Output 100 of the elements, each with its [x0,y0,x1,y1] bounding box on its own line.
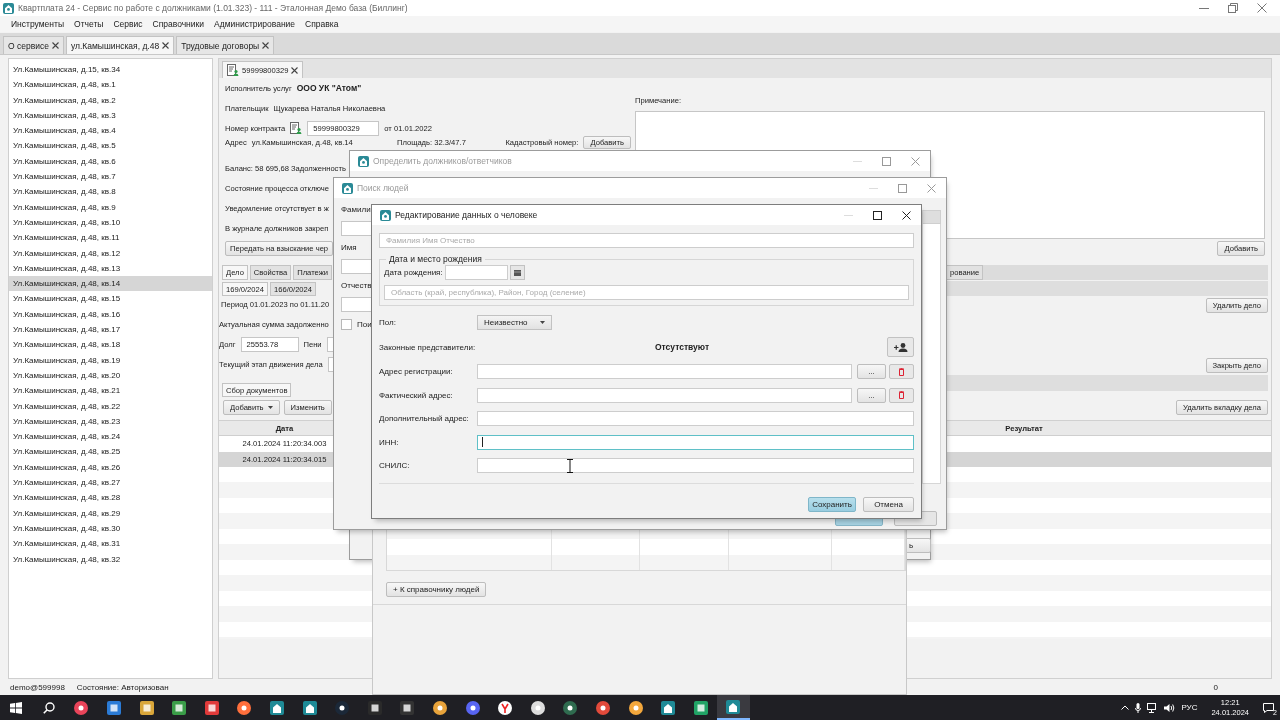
address-item[interactable]: Ул.Камышинская, д.48, кв.22 [9,398,212,414]
address-item[interactable]: Ул.Камышинская, д.48, кв.17 [9,322,212,338]
tab[interactable]: Трудовые договоры [176,36,275,54]
menu-item[interactable]: Отчеты [69,19,109,29]
provider-name: ООО УК "Атом" [296,83,362,93]
save-button[interactable]: Сохранить [808,496,856,512]
notification-icon[interactable] [1263,702,1274,713]
app-icon[interactable] [335,700,350,715]
close-icon[interactable] [262,42,270,49]
checkbox[interactable] [341,319,352,330]
dialog-title: Поиск людей [357,183,410,193]
app-icon[interactable] [726,699,741,714]
app-icon[interactable] [237,700,252,715]
address-item[interactable]: Ул.Камышинская, д.48, кв.11 [9,230,212,246]
address-item[interactable]: Ул.Камышинская, д.48, кв.30 [9,520,212,537]
date-field[interactable] [444,265,508,280]
app-icon[interactable] [204,700,219,715]
address-item[interactable]: Ул.Камышинская, д.48, кв.3 [9,107,212,124]
speaker-icon[interactable] [1164,702,1176,713]
text-field[interactable] [477,458,914,474]
windows-start-icon[interactable] [10,701,23,714]
address-item[interactable]: Ул.Камышинская, д.48, кв.16 [9,306,212,323]
address-item[interactable]: Ул.Камышинская, д.48, кв.23 [9,413,212,430]
menu-item[interactable]: Справочники [147,19,209,29]
search-icon[interactable] [42,701,55,714]
address-item[interactable]: Ул.Камышинская, д.48, кв.18 [9,337,212,353]
close-icon[interactable] [902,210,911,220]
address-item[interactable]: Ул.Камышинская, д.48, кв.13 [9,260,212,277]
app-icon[interactable] [367,700,382,715]
close-icon[interactable] [162,42,170,49]
minimize-icon[interactable] [1199,7,1209,9]
address-item[interactable]: Ул.Камышинская, д.48, кв.14 [9,276,212,292]
address-item[interactable]: Ул.Камышинская, д.48, кв.20 [9,367,212,384]
chevron-up-icon[interactable] [1121,705,1130,710]
menu-item[interactable]: Справка [300,19,344,29]
field-label: Дата рождения: [384,268,443,277]
delete-button[interactable] [889,364,914,380]
menu-item[interactable]: Сервис [108,19,148,29]
app-icon[interactable] [107,700,122,715]
app-icon[interactable] [465,700,480,715]
address-item[interactable]: Ул.Камышинская, д.48, кв.10 [9,214,212,231]
address-item[interactable]: Ул.Камышинская, д.48, кв.31 [9,536,212,552]
app-icon[interactable] [563,700,578,715]
address-item[interactable]: Ул.Камышинская, д.48, кв.27 [9,475,212,491]
address-item[interactable]: Ул.Камышинская, д.48, кв.9 [9,199,212,215]
address-item[interactable]: Ул.Камышинская, д.48, кв.5 [9,138,212,154]
gender-dropdown[interactable]: Неизвестно [477,314,552,330]
address-item[interactable]: Ул.Камышинская, д.48, кв.29 [9,505,212,521]
address-item[interactable]: Ул.Камышинская, д.48, кв.21 [9,383,212,399]
address-item[interactable]: Ул.Камышинская, д.48, кв.19 [9,352,212,368]
address-item[interactable]: Ул.Камышинская, д.48, кв.15 [9,291,212,307]
text-field[interactable] [477,411,914,427]
address-item[interactable]: Ул.Камышинская, д.48, кв.26 [9,459,212,475]
address-item[interactable]: Ул.Камышинская, д.48, кв.24 [9,429,212,445]
app-icon[interactable] [400,700,415,715]
app-icon[interactable] [596,700,610,715]
close-icon[interactable] [291,66,299,74]
app-icon[interactable] [302,700,317,715]
calendar-button[interactable] [509,265,525,280]
address-item[interactable]: Ул.Камышинская, д.48, кв.12 [9,245,212,261]
people-directory-button[interactable]: + К справочнику людей [386,582,487,597]
tab[interactable]: ул.Камышинская, д.48 [65,36,175,54]
address-item[interactable]: Ул.Камышинская, д.15, кв.34 [9,62,212,78]
address-item[interactable]: Ул.Камышинская, д.48, кв.4 [9,123,212,139]
address-item[interactable]: Ул.Камышинская, д.48, кв.25 [9,444,212,460]
text-field[interactable] [477,387,852,403]
app-icon[interactable] [693,700,708,715]
add-person-button[interactable] [887,337,914,357]
address-item[interactable]: Ул.Камышинская, д.48, кв.1 [9,77,212,93]
language-indicator[interactable]: РУС [1181,703,1198,712]
app-icon[interactable] [172,700,187,715]
address-item[interactable]: Ул.Камышинская, д.48, кв.28 [9,490,212,506]
app-icon[interactable] [530,700,545,715]
address-item[interactable]: Ул.Камышинская, д.48, кв.6 [9,153,212,170]
maximize-icon[interactable] [873,210,882,220]
app-icon[interactable] [661,700,676,715]
app-icon[interactable] [433,700,447,715]
app-icon[interactable] [270,700,285,715]
microphone-icon[interactable] [1135,702,1142,713]
address-item[interactable]: Ул.Камышинская, д.48, кв.2 [9,92,212,108]
tab[interactable]: О сервисе [3,36,64,54]
delete-button[interactable] [889,387,914,403]
address-item[interactable]: Ул.Камышинская, д.48, кв.32 [9,551,212,567]
app-icon[interactable] [498,700,513,715]
contract-icon[interactable] [290,122,303,134]
text-field[interactable] [477,364,852,380]
app-icon[interactable] [139,700,154,715]
menu-item[interactable]: Инструменты [6,19,69,29]
close-icon[interactable] [51,42,59,49]
address-item[interactable]: Ул.Камышинская, д.48, кв.7 [9,169,212,185]
browse-button[interactable]: ... [857,364,886,380]
text-field[interactable] [477,434,914,450]
app-icon[interactable] [74,700,89,715]
network-icon[interactable] [1147,702,1159,713]
cancel-button[interactable]: Отмена [863,496,914,512]
app-icon[interactable] [628,700,643,715]
restore-icon[interactable] [1228,3,1238,13]
browse-button[interactable]: ... [857,387,886,403]
menu-item[interactable]: Администрирование [209,19,301,29]
address-item[interactable]: Ул.Камышинская, д.48, кв.8 [9,184,212,200]
